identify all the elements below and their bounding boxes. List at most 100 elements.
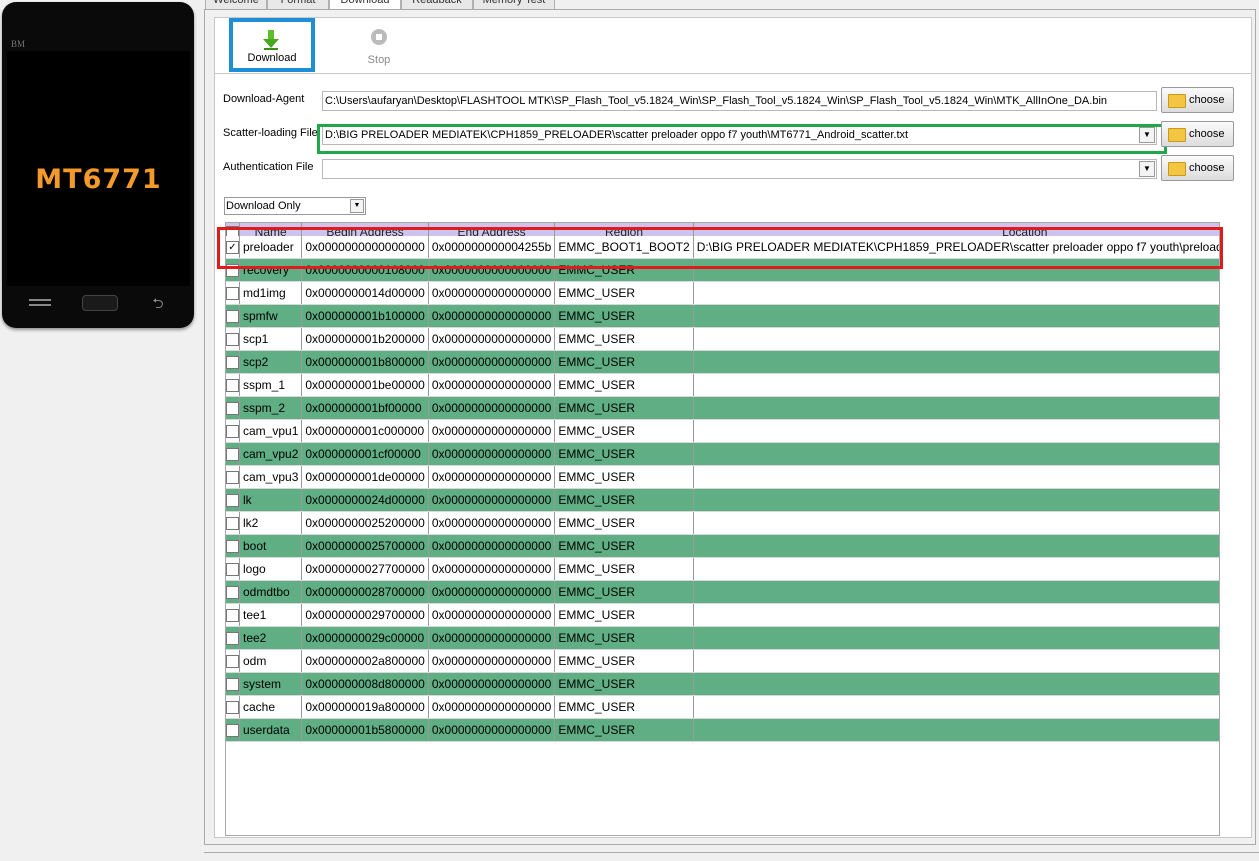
download-label: Download (247, 52, 297, 64)
row-checkbox-cell[interactable] (226, 695, 240, 720)
row-checkbox-cell[interactable] (226, 304, 240, 329)
row-checkbox-cell[interactable] (226, 465, 240, 490)
begin-address-cell: 0x0000000025200000 (301, 511, 429, 536)
row-checkbox[interactable] (226, 678, 239, 692)
row-checkbox[interactable] (226, 379, 239, 393)
choose-label: choose (1189, 128, 1225, 140)
row-checkbox[interactable] (226, 586, 239, 600)
end-address-cell: 0x0000000000000000 (428, 419, 556, 444)
download-agent-field[interactable]: C:\Users\aufaryan\Desktop\FLASHTOOL MTK\… (322, 91, 1157, 111)
row-checkbox[interactable] (226, 471, 239, 485)
row-checkbox-cell[interactable] (226, 373, 240, 398)
region-cell: EMMC_USER (554, 649, 694, 674)
row-checkbox-cell[interactable] (226, 580, 240, 605)
row-checkbox-cell[interactable] (226, 534, 240, 559)
dropdown-arrow-icon[interactable]: ▼ (1139, 161, 1155, 177)
download-agent-choose-button[interactable]: choose (1161, 87, 1234, 113)
table-row[interactable]: odm 0x000000002a800000 0x0000000000000000 E… (226, 649, 1219, 674)
row-checkbox-cell[interactable] (226, 350, 240, 375)
table-row[interactable]: tee1 0x0000000029700000 0x0000000000000000… (226, 603, 1219, 628)
table-row[interactable]: boot 0x0000000025700000 0x0000000000000000… (226, 534, 1219, 559)
table-row[interactable]: cache 0x000000019a800000 0x000000000000000… (226, 695, 1219, 720)
download-tab-panel: Download Stop Download-Agent C:\Users\au… (204, 9, 1256, 845)
location-cell (693, 327, 1219, 352)
row-checkbox[interactable] (226, 494, 239, 508)
table-row[interactable]: lk2 0x0000000025200000 0x0000000000000000 E… (226, 511, 1219, 536)
row-checkbox[interactable] (226, 632, 239, 646)
row-checkbox-cell[interactable] (226, 396, 240, 421)
auth-file-choose-button[interactable]: choose (1161, 155, 1234, 181)
end-address-cell: 0x0000000000000000 (428, 580, 556, 605)
row-checkbox-cell[interactable] (226, 511, 240, 536)
row-checkbox[interactable] (226, 356, 239, 370)
download-mode-select[interactable]: Download Only ▼ (224, 197, 366, 215)
row-checkbox[interactable] (226, 402, 239, 416)
auth-file-field[interactable]: ▼ (322, 159, 1157, 179)
begin-address-cell: 0x000000001bf00000 (301, 396, 429, 421)
scatter-file-choose-button[interactable]: choose (1161, 121, 1234, 147)
table-row[interactable]: system 0x000000008d800000 0x00000000000000… (226, 672, 1219, 697)
folder-icon (1168, 128, 1186, 142)
row-checkbox[interactable] (226, 701, 239, 715)
row-checkbox-cell[interactable] (226, 626, 240, 651)
row-checkbox[interactable] (226, 563, 239, 577)
begin-address-cell: 0x000000001de00000 (301, 465, 429, 490)
row-checkbox-cell[interactable] (226, 281, 240, 306)
row-checkbox[interactable] (226, 724, 239, 738)
row-checkbox-cell[interactable] (226, 557, 240, 582)
end-address-cell: 0x0000000000000000 (428, 603, 556, 628)
table-row[interactable]: lk 0x0000000024d00000 0x0000000000000000 EM… (226, 488, 1219, 513)
begin-address-cell: 0x0000000014d00000 (301, 281, 429, 306)
end-address-cell: 0x0000000000000000 (428, 626, 556, 651)
row-checkbox[interactable] (226, 517, 239, 531)
row-checkbox[interactable] (226, 425, 239, 439)
table-row[interactable]: cam_vpu2 0x000000001cf00000 0x000000000000… (226, 442, 1219, 467)
download-button[interactable]: Download (229, 18, 315, 72)
row-checkbox[interactable] (226, 540, 239, 554)
end-address-cell: 0x0000000000000000 (428, 396, 556, 421)
row-checkbox[interactable] (226, 655, 239, 669)
location-cell (693, 534, 1219, 559)
row-checkbox-cell[interactable] (226, 488, 240, 513)
row-checkbox[interactable] (226, 448, 239, 462)
location-cell (693, 718, 1219, 743)
table-row[interactable]: spmfw 0x000000001b100000 0x000000000000000… (226, 304, 1219, 329)
choose-label: choose (1189, 94, 1225, 106)
table-row[interactable]: md1img 0x0000000014d00000 0x00000000000000… (226, 281, 1219, 306)
table-row[interactable]: sspm_1 0x000000001be00000 0x00000000000000… (226, 373, 1219, 398)
location-cell (693, 695, 1219, 720)
row-checkbox-cell[interactable] (226, 419, 240, 444)
table-row[interactable]: sspm_2 0x000000001bf00000 0x00000000000000… (226, 396, 1219, 421)
stop-button[interactable]: Stop (339, 21, 419, 71)
partition-name-cell: userdata (239, 718, 303, 743)
table-row[interactable]: cam_vpu1 0x000000001c000000 0x000000000000… (226, 419, 1219, 444)
table-row[interactable]: cam_vpu3 0x000000001de00000 0x000000000000… (226, 465, 1219, 490)
region-cell: EMMC_USER (554, 557, 694, 582)
end-address-cell: 0x0000000000000000 (428, 442, 556, 467)
region-cell: EMMC_USER (554, 488, 694, 513)
partition-name-cell: cam_vpu3 (239, 465, 303, 490)
region-cell: EMMC_USER (554, 419, 694, 444)
table-row[interactable]: odmdtbo 0x0000000028700000 0x0000000000000… (226, 580, 1219, 605)
location-cell (693, 419, 1219, 444)
row-checkbox-cell[interactable] (226, 327, 240, 352)
row-checkbox-cell[interactable] (226, 672, 240, 697)
location-cell (693, 488, 1219, 513)
table-row[interactable]: scp1 0x000000001b200000 0x0000000000000000… (226, 327, 1219, 352)
row-checkbox-cell[interactable] (226, 649, 240, 674)
row-checkbox-cell[interactable] (226, 603, 240, 628)
row-checkbox-cell[interactable] (226, 718, 240, 743)
row-checkbox[interactable] (226, 287, 239, 301)
chevron-down-icon[interactable]: ▼ (350, 199, 364, 213)
table-row[interactable]: userdata 0x00000001b5800000 0x000000000000… (226, 718, 1219, 743)
row-checkbox[interactable] (226, 609, 239, 623)
partition-name-cell: sspm_2 (239, 396, 303, 421)
row-checkbox[interactable] (226, 310, 239, 324)
location-cell (693, 672, 1219, 697)
row-checkbox[interactable] (226, 333, 239, 347)
row-checkbox-cell[interactable] (226, 442, 240, 467)
table-row[interactable]: tee2 0x0000000029c00000 0x0000000000000000… (226, 626, 1219, 651)
table-row[interactable]: logo 0x0000000027700000 0x0000000000000000… (226, 557, 1219, 582)
chip-model-label: MT6771 (35, 164, 162, 195)
table-row[interactable]: scp2 0x000000001b800000 0x0000000000000000… (226, 350, 1219, 375)
